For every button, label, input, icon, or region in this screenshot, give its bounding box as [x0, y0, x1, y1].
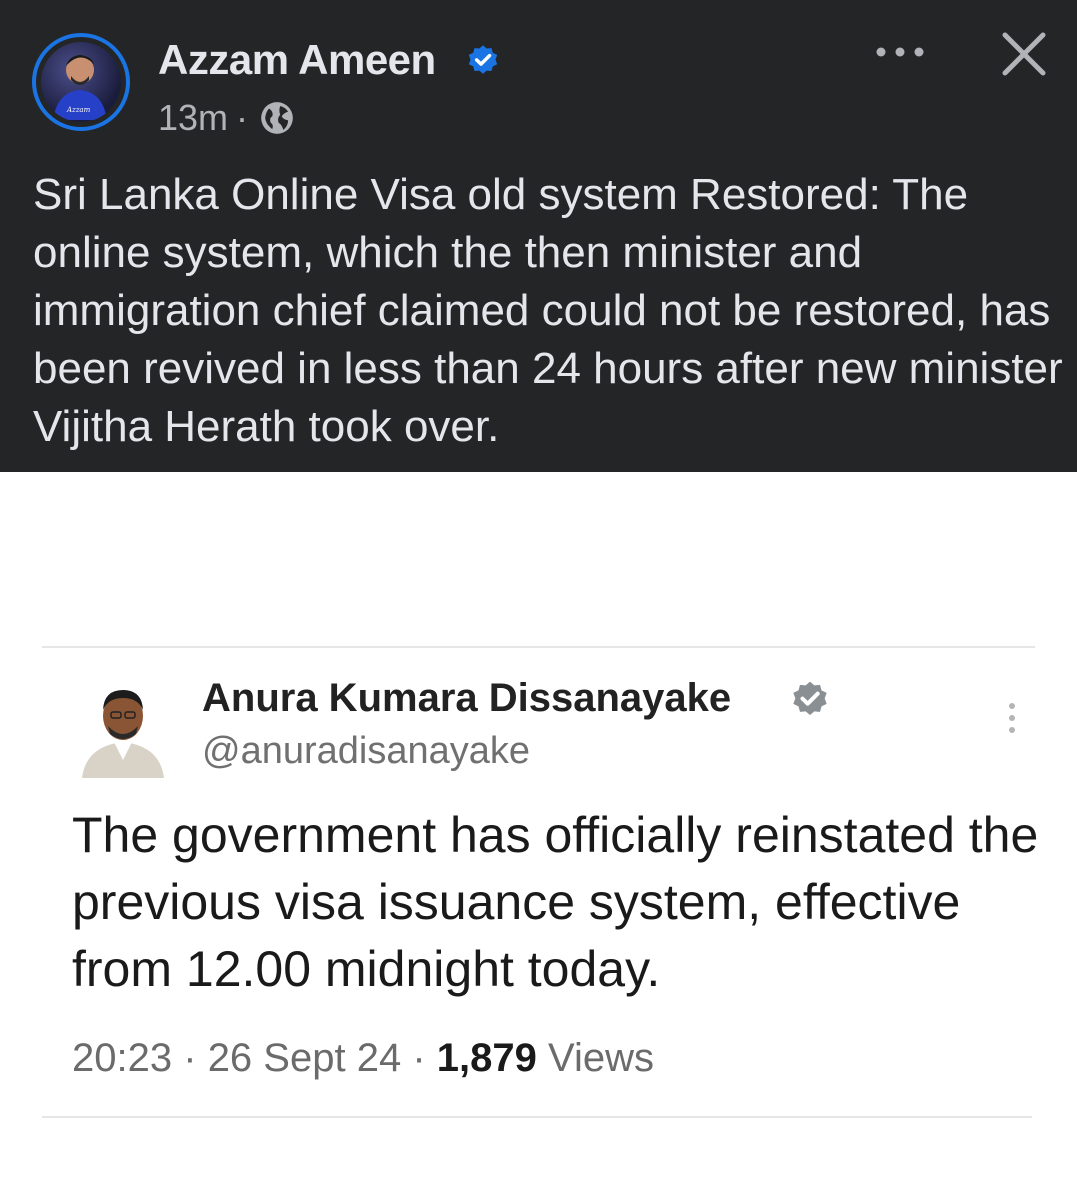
more-vertical-icon[interactable] — [1002, 700, 1022, 740]
post-text: Sri Lanka Online Visa old system Restore… — [33, 170, 1063, 451]
post-time[interactable]: 13m — [158, 97, 228, 139]
tweet-meta: 20:23 · 26 Sept 24 · 1,879 Views — [72, 1036, 654, 1081]
meta-separator: · — [183, 1036, 197, 1080]
meta-separator: · — [412, 1036, 426, 1080]
tweet-date[interactable]: 26 Sept 24 — [208, 1036, 402, 1080]
tweet-avatar — [78, 680, 168, 778]
meta-separator: · — [236, 97, 249, 138]
tweet-author-name[interactable]: Anura Kumara Dissanayake — [202, 676, 731, 721]
close-icon[interactable] — [1000, 30, 1048, 78]
divider — [42, 1116, 1032, 1118]
verified-badge-icon — [468, 45, 498, 74]
tweet-text: The government has officially reinstated… — [72, 807, 1039, 997]
svg-text:Azzam: Azzam — [66, 106, 91, 114]
tweet-author-handle[interactable]: @anuradisanayake — [202, 730, 530, 773]
globe-icon[interactable] — [258, 99, 296, 137]
tweet-views-label: Views — [548, 1036, 654, 1080]
post-meta: 13m · — [158, 97, 296, 139]
divider — [42, 646, 1035, 648]
author-name[interactable]: Azzam Ameen — [158, 36, 436, 84]
facebook-post: Azzam Azzam Ameen 13m · Sri Lanka Online… — [0, 0, 1077, 472]
author-avatar[interactable]: Azzam — [32, 33, 130, 131]
more-horizontal-icon[interactable] — [872, 38, 928, 66]
verified-badge-icon — [793, 681, 827, 715]
tweet-views-count: 1,879 — [436, 1036, 537, 1080]
author-avatar-image: Azzam — [41, 42, 121, 122]
tweet-time[interactable]: 20:23 — [72, 1036, 172, 1080]
